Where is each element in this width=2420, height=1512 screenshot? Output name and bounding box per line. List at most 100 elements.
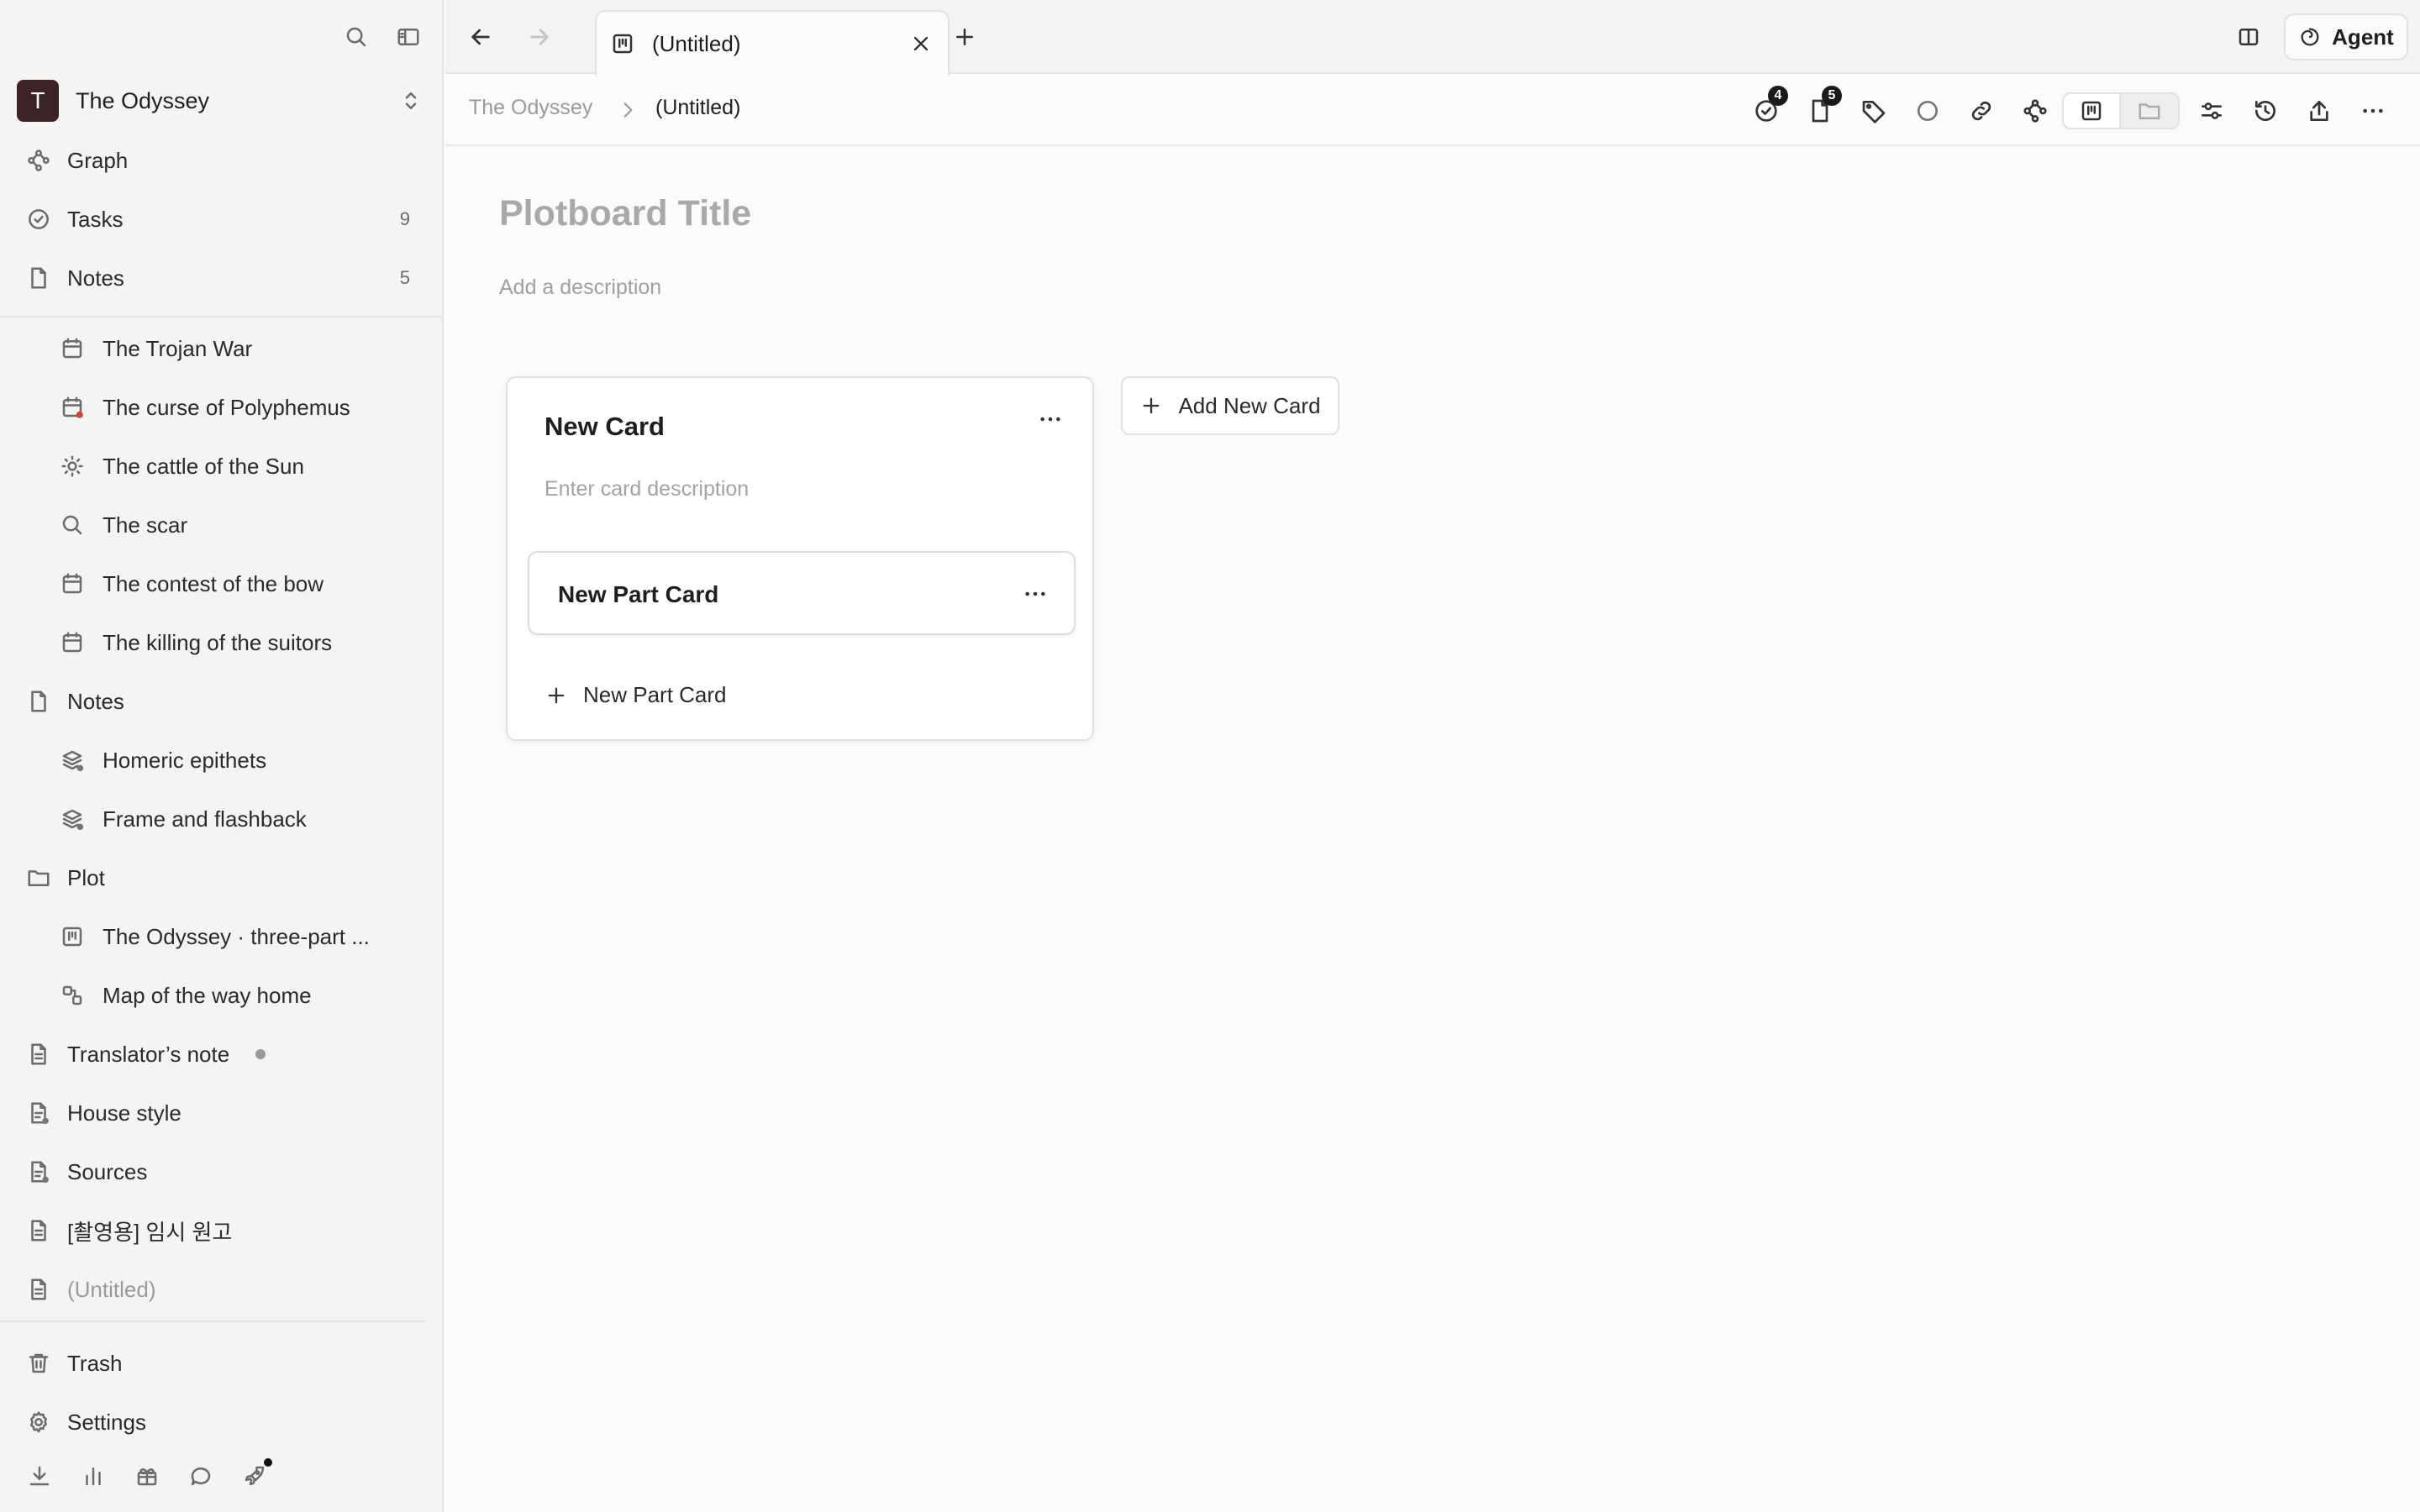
agent-button[interactable]: Agent: [2284, 13, 2408, 60]
document-icon: [25, 1276, 52, 1303]
chevron-right-icon: [617, 99, 640, 123]
sidebar-item-killing-of-the-suitors[interactable]: The killing of the suitors: [0, 618, 444, 667]
sidebar-item-tasks[interactable]: Tasks 9: [0, 195, 444, 244]
workspace-switcher[interactable]: T The Odyssey: [17, 79, 424, 123]
sidebar-item-draft[interactable]: [촬영용] 임시 원고: [0, 1206, 444, 1255]
more-icon[interactable]: [1018, 581, 1052, 606]
download-icon[interactable]: [25, 1462, 54, 1490]
document-icon: [25, 1217, 52, 1244]
sidebar-item-curse-of-polyphemus[interactable]: The curse of Polyphemus: [0, 383, 444, 432]
sidebar-item-contest-of-the-bow[interactable]: The contest of the bow: [0, 559, 444, 608]
sidebar-item-trash[interactable]: Trash: [0, 1339, 444, 1388]
more-icon[interactable]: [1034, 407, 1067, 432]
sidebar-item-trojan-war[interactable]: The Trojan War: [0, 324, 444, 373]
sidebar-item-homeric-epithets[interactable]: Homeric epithets: [0, 736, 444, 785]
sidebar-item-settings[interactable]: Settings: [0, 1398, 444, 1446]
sidebar-item-label: House style: [67, 1100, 182, 1126]
document-icon: [25, 1158, 52, 1185]
sidebar-item-three-part-board[interactable]: The Odyssey · three-part ...: [0, 912, 444, 961]
unsaved-dot: [255, 1049, 266, 1059]
breadcrumb-current[interactable]: (Untitled): [655, 96, 740, 120]
sidebar-item-label: Notes: [67, 265, 124, 291]
graph-icon[interactable]: [2008, 92, 2062, 129]
sidebar-item-house-style[interactable]: House style: [0, 1089, 444, 1137]
tag-icon[interactable]: [1847, 92, 1901, 129]
history-icon[interactable]: [2238, 92, 2292, 129]
calendar-icon: [59, 394, 86, 421]
tasks-badge: 4: [1768, 86, 1788, 106]
part-card[interactable]: New Part Card: [528, 551, 1076, 635]
close-icon[interactable]: [906, 29, 936, 59]
rocket-icon[interactable]: [240, 1458, 272, 1490]
tab-untitled[interactable]: (Untitled): [595, 10, 950, 76]
sidebar-item-label: Graph: [67, 147, 129, 173]
sidebar-item-label: The curse of Polyphemus: [103, 394, 350, 420]
map-icon: [59, 982, 86, 1009]
sidebar-item-label: Tasks: [67, 206, 124, 232]
layers-icon: [59, 806, 86, 832]
sidebar-bottom-actions: [25, 1458, 272, 1490]
forward-button[interactable]: [523, 20, 556, 54]
workspace-name: The Odyssey: [76, 87, 210, 113]
calendar-icon: [59, 629, 86, 656]
plotboard-description-input[interactable]: Add a description: [499, 276, 661, 300]
plotboard-title-input[interactable]: Plotboard Title: [499, 193, 751, 234]
sidebar-item-cattle-of-the-sun[interactable]: The cattle of the Sun: [0, 442, 444, 491]
sidebar-item-label: Sources: [67, 1158, 148, 1184]
sidebar-item-notes[interactable]: Notes 5: [0, 254, 444, 302]
stats-icon[interactable]: [79, 1462, 108, 1490]
folder-view-button[interactable]: [2121, 92, 2180, 129]
graph-icon: [25, 147, 52, 174]
board-view-button[interactable]: [2062, 92, 2121, 129]
sidebar-divider: [0, 316, 444, 318]
document-icon: [25, 1041, 52, 1068]
layers-icon: [59, 747, 86, 774]
sliders-icon[interactable]: [2185, 92, 2238, 129]
notes-count: 5: [399, 267, 410, 288]
back-button[interactable]: [464, 20, 497, 54]
status-circle-icon[interactable]: [1901, 92, 1954, 129]
tasks-button[interactable]: 4: [1739, 86, 1793, 129]
gear-icon: [25, 1409, 52, 1436]
plus-icon: [544, 684, 568, 707]
board-card[interactable]: New Card Enter card description New Part…: [506, 376, 1094, 741]
sidebar-item-label: Frame and flashback: [103, 806, 307, 832]
link-icon[interactable]: [1954, 92, 2008, 129]
sidebar-item-graph[interactable]: Graph: [0, 136, 444, 185]
breadcrumb-root[interactable]: The Odyssey: [469, 96, 592, 120]
share-icon[interactable]: [2292, 92, 2346, 129]
gift-icon[interactable]: [133, 1462, 161, 1490]
part-card-title[interactable]: New Part Card: [558, 581, 718, 608]
sidebar-item-notes-folder[interactable]: Notes: [0, 677, 444, 726]
sidebar-item-translators-note[interactable]: Translator’s note: [0, 1030, 444, 1079]
folder-icon: [25, 864, 52, 891]
sidebar-item-sources[interactable]: Sources: [0, 1147, 444, 1196]
folder-icon: [2137, 98, 2162, 123]
page-toolbar: The Odyssey (Untitled) 4 5: [445, 76, 2420, 146]
workspace-avatar: T: [17, 80, 59, 122]
tab-bar: (Untitled) Agent: [445, 0, 2420, 76]
sidebar-item-plot-folder[interactable]: Plot: [0, 853, 444, 902]
split-view-icon[interactable]: [2232, 20, 2265, 54]
sidebar-item-untitled[interactable]: (Untitled): [0, 1265, 444, 1314]
chat-icon[interactable]: [187, 1462, 215, 1490]
notification-dot: [264, 1458, 272, 1467]
sidebar-item-label: Homeric epithets: [103, 747, 267, 773]
new-tab-button[interactable]: [948, 20, 981, 54]
notes-button[interactable]: 5: [1793, 86, 1847, 129]
sidebar-item-frame-and-flashback[interactable]: Frame and flashback: [0, 795, 444, 843]
sidebar-toggle-icon[interactable]: [393, 22, 424, 52]
more-icon[interactable]: [2346, 92, 2400, 129]
sidebar-item-map-of-the-way-home[interactable]: Map of the way home: [0, 971, 444, 1020]
card-description-input[interactable]: Enter card description: [544, 477, 749, 501]
add-new-card-button[interactable]: Add New Card: [1121, 376, 1339, 435]
sidebar-item-label: [촬영용] 임시 원고: [67, 1219, 233, 1245]
add-part-card-button[interactable]: New Part Card: [544, 682, 727, 708]
search-icon[interactable]: [341, 22, 371, 52]
card-title[interactable]: New Card: [544, 412, 665, 442]
sidebar-divider: [0, 1320, 425, 1322]
board-icon: [59, 923, 86, 950]
search-icon: [59, 512, 86, 538]
sidebar-item-the-scar[interactable]: The scar: [0, 501, 444, 549]
sidebar-top-actions: [341, 22, 424, 52]
